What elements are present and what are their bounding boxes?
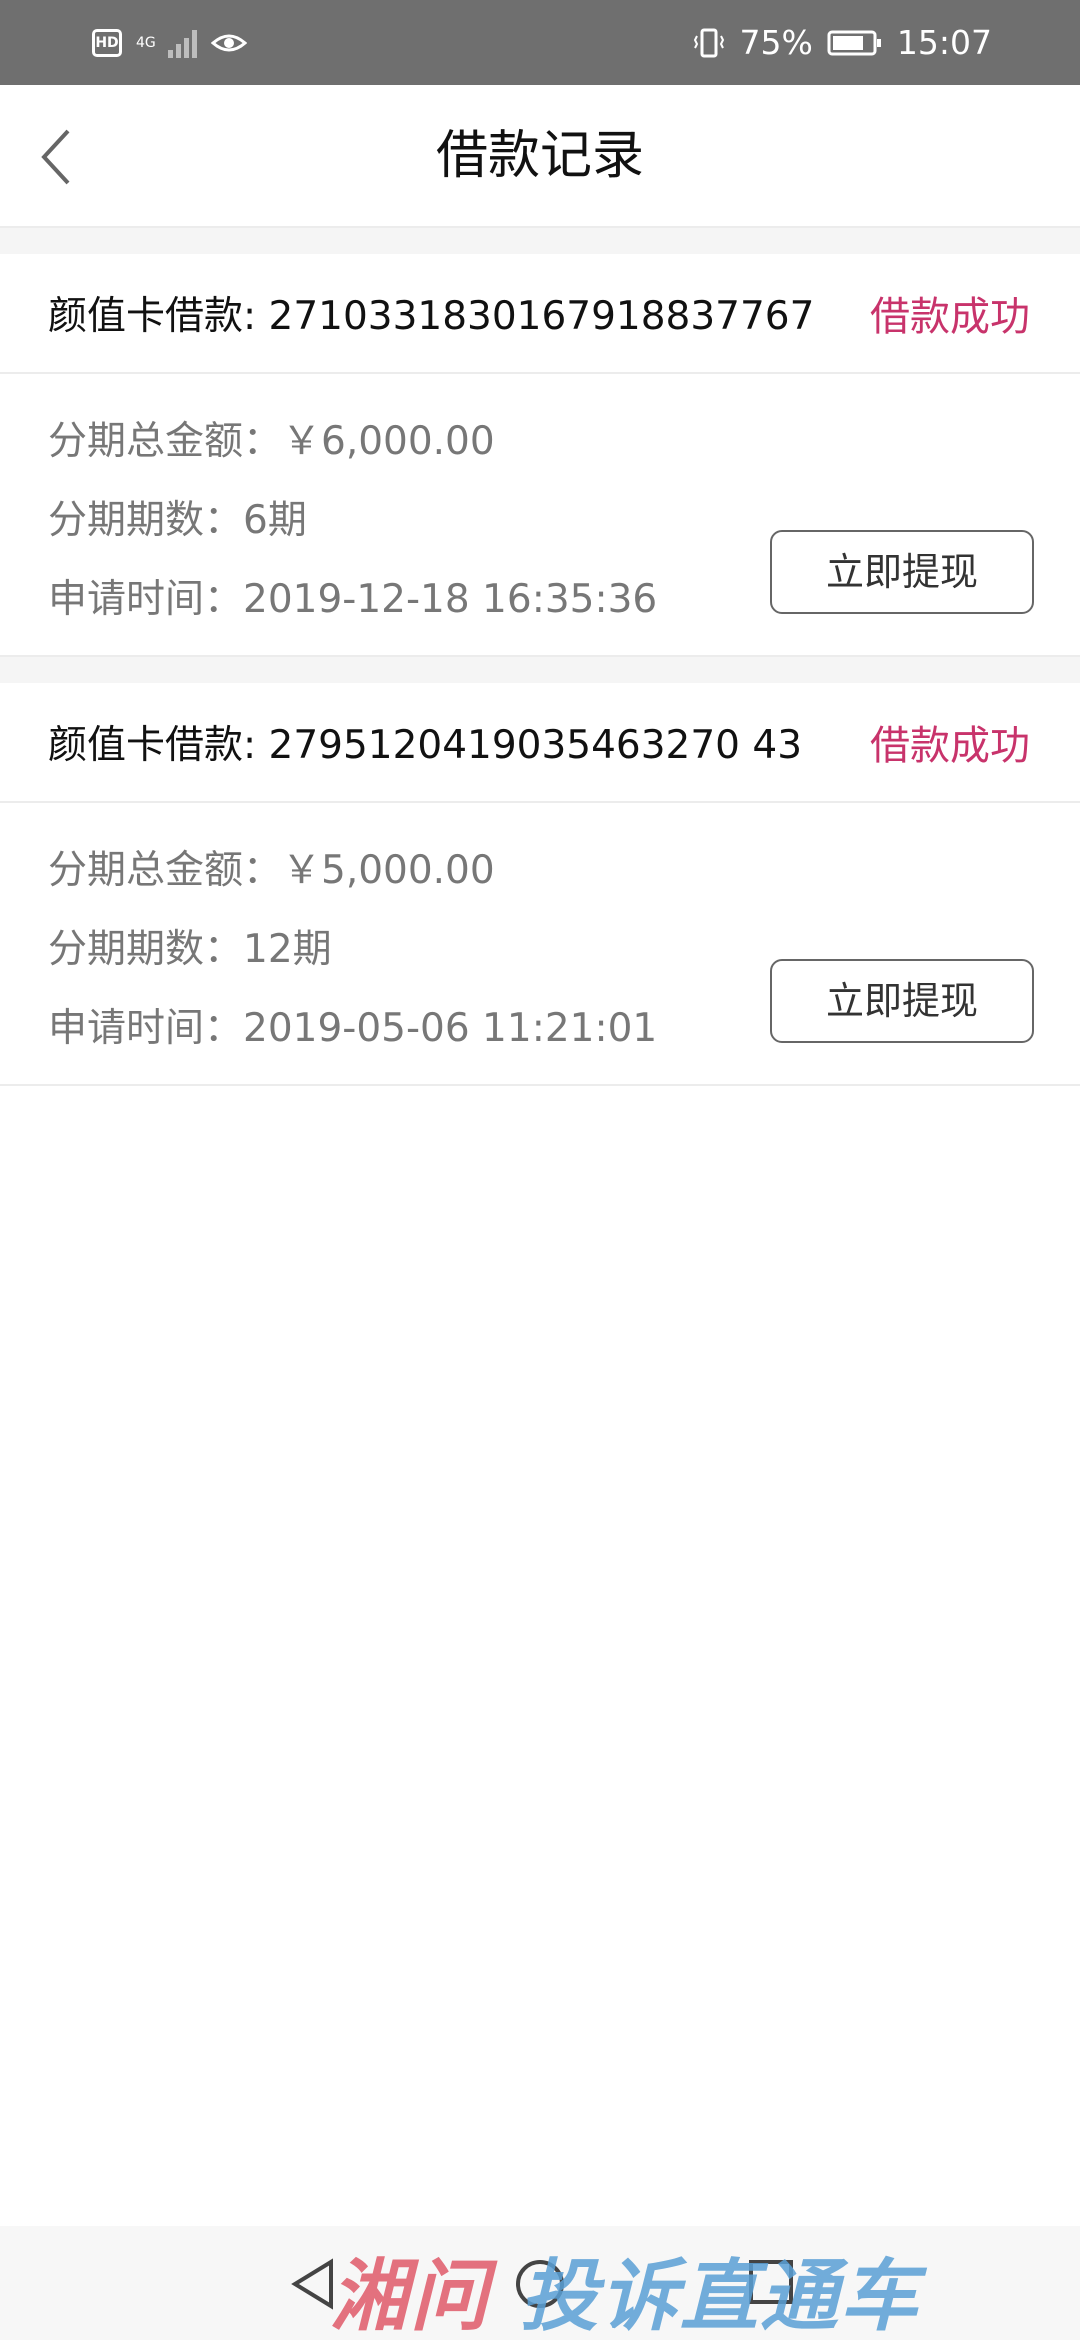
record-order-number: 颜值卡借款: 2795120419035463270 43 (48, 714, 802, 770)
section-gap (0, 657, 1080, 683)
apply-time-label: 申请时间： (48, 577, 244, 622)
battery-percent: 75% (739, 23, 813, 62)
order-number: 2710331830167918837767 (268, 294, 815, 339)
section-gap (0, 228, 1080, 254)
withdraw-now-button[interactable]: 立即提现 (770, 959, 1034, 1043)
amount-label: 分期总金额： (48, 848, 283, 893)
hd-badge: HD (92, 28, 122, 57)
header-bar: 借款记录 (0, 85, 1080, 228)
amount-row: 分期总金额： ￥5,000.00 (48, 831, 1032, 910)
record-header: 颜值卡借款: 2710331830167918837767 借款成功 (0, 254, 1080, 374)
card-label: 颜值卡借款: (48, 723, 257, 768)
records-list: 颜值卡借款: 2710331830167918837767 借款成功 分期总金额… (0, 228, 1080, 2228)
watermark-logo: 湘问 投诉直通车 (330, 2240, 1080, 2342)
system-nav-bar: 湘问 投诉直通车 (0, 2226, 1080, 2342)
watermark-part-2: 投诉直通车 (520, 2252, 921, 2342)
amount-label: 分期总金额： (48, 419, 283, 464)
status-label: 借款成功 (870, 723, 1030, 769)
periods-value: 6期 (243, 498, 307, 543)
network-type: 4G (136, 34, 156, 51)
battery-icon (827, 30, 881, 55)
card-label: 颜值卡借款: (48, 294, 257, 339)
apply-time-label: 申请时间： (48, 1006, 244, 1051)
status-left: HD 4G (92, 28, 247, 58)
amount-value: ￥5,000.00 (282, 848, 495, 893)
record-order-number: 颜值卡借款: 2710331830167918837767 (48, 285, 814, 341)
order-number: 2795120419035463270 43 (268, 723, 803, 768)
clock: 15:07 (896, 23, 992, 62)
status-label: 借款成功 (870, 294, 1030, 340)
record-header: 颜值卡借款: 2795120419035463270 43 借款成功 (0, 683, 1080, 803)
page-title: 借款记录 (435, 126, 644, 186)
watermark-part-1: 湘问 (330, 2252, 491, 2342)
apply-time-value: 2019-05-06 11:21:01 (243, 1006, 658, 1051)
loan-record-card: 颜值卡借款: 2710331830167918837767 借款成功 分期总金额… (0, 254, 1080, 657)
status-right: 75% 15:07 (692, 26, 992, 60)
periods-value: 12期 (243, 927, 332, 972)
loan-record-card: 颜值卡借款: 2795120419035463270 43 借款成功 分期总金额… (0, 683, 1080, 1086)
amount-value: ￥6,000.00 (282, 419, 495, 464)
signal-icon (168, 28, 197, 58)
periods-label: 分期期数： (48, 498, 244, 543)
record-details: 分期总金额： ￥5,000.00 分期期数： 12期 申请时间： 2019-05… (0, 803, 1080, 1086)
amount-row: 分期总金额： ￥6,000.00 (48, 402, 1032, 481)
record-details: 分期总金额： ￥6,000.00 分期期数： 6期 申请时间： 2019-12-… (0, 374, 1080, 657)
apply-time-value: 2019-12-18 16:35:36 (243, 577, 658, 622)
periods-label: 分期期数： (48, 927, 244, 972)
eye-icon (211, 34, 247, 51)
status-bar: HD 4G 75% 15:07 (0, 0, 1080, 85)
withdraw-now-button[interactable]: 立即提现 (770, 530, 1034, 614)
vibrate-icon (693, 28, 724, 57)
